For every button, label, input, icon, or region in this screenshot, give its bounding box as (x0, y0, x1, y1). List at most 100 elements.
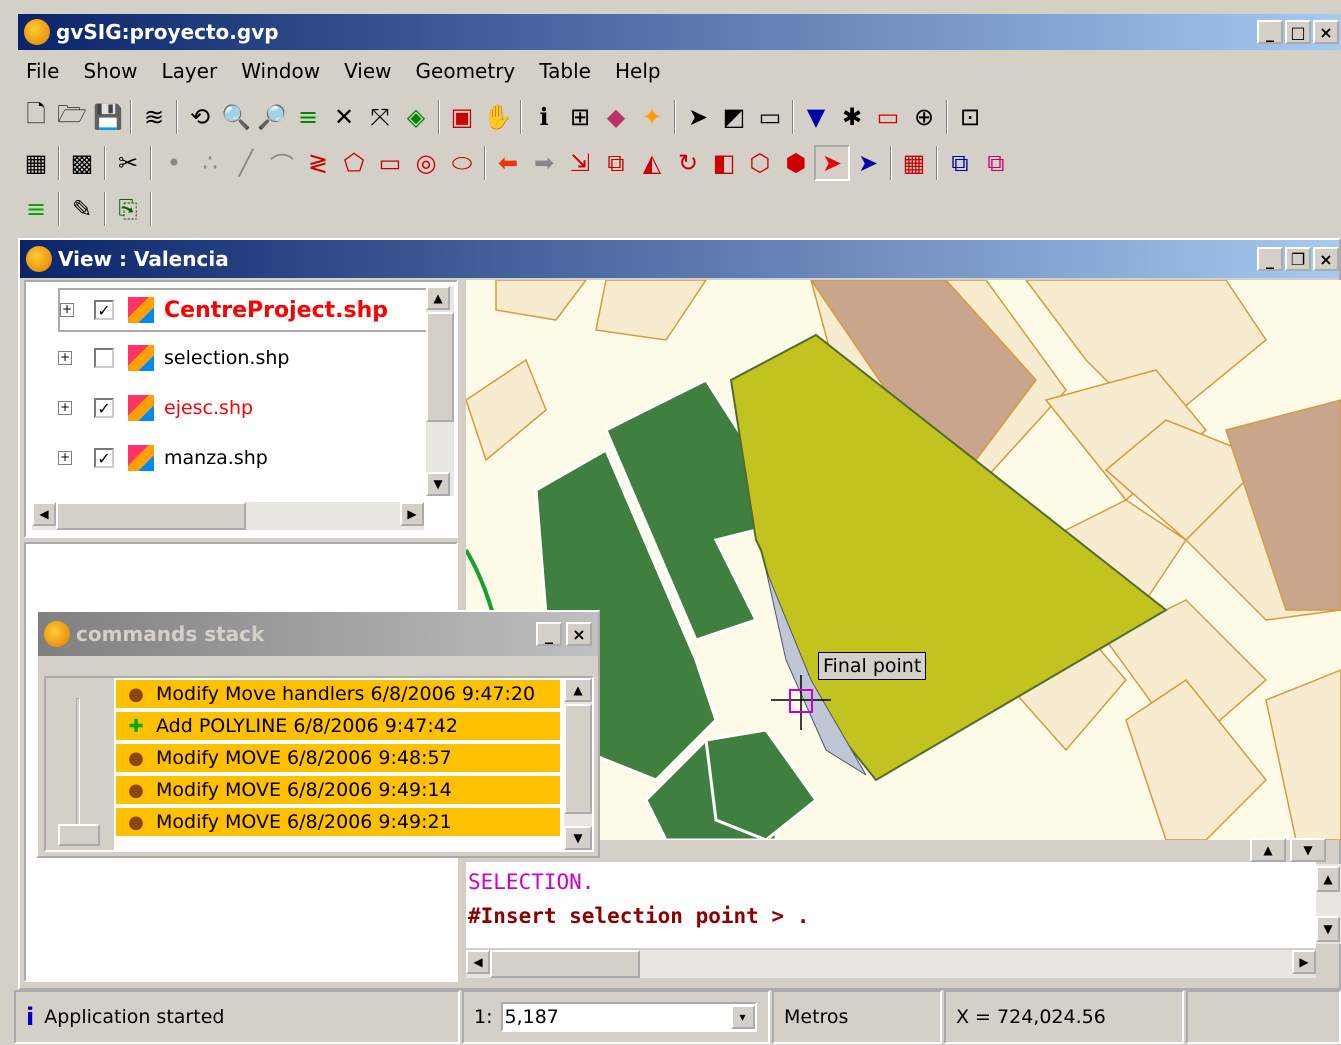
hyperlink-icon[interactable]: ✦ (634, 99, 670, 135)
split-up-button[interactable]: ▲ (1250, 838, 1286, 862)
slider-thumb[interactable] (58, 824, 100, 846)
console-scroll-down[interactable]: ▼ (1316, 916, 1340, 942)
scroll-thumb[interactable] (56, 502, 246, 530)
arc-icon[interactable]: ⌒ (264, 145, 300, 181)
scroll-thumb[interactable] (426, 312, 454, 422)
view-minimize-button[interactable]: _ (1257, 247, 1283, 271)
view-restore-button[interactable]: ❐ (1285, 247, 1311, 271)
circle-icon[interactable]: ◎ (408, 145, 444, 181)
command-item[interactable]: ✚ Add POLYLINE 6/8/2006 9:47:42 (116, 712, 560, 742)
info-icon[interactable]: ℹ (526, 99, 562, 135)
layer-checkbox[interactable]: ✓ (94, 448, 114, 468)
overview-icon[interactable]: ▣ (444, 99, 480, 135)
expand-icon[interactable]: + (60, 303, 74, 317)
zoom-out-icon[interactable]: 🔎 (254, 99, 290, 135)
rotate-icon[interactable]: ↻ (670, 145, 706, 181)
scroll-left-button[interactable]: ◀ (32, 502, 56, 526)
menu-table[interactable]: Table (539, 59, 591, 83)
command-item[interactable]: ● Modify MOVE 6/8/2006 9:49:14 (116, 776, 560, 806)
expand-icon[interactable]: + (58, 351, 72, 365)
locate-icon[interactable]: ⊕ (906, 99, 942, 135)
scroll-thumb[interactable] (564, 704, 592, 814)
layer-item[interactable]: + ✓ manza.shp (58, 436, 268, 480)
new-file-icon[interactable]: 🗋 (18, 99, 54, 135)
area-icon[interactable]: ◆ (598, 99, 634, 135)
select-by-point-icon[interactable]: ◩ (716, 99, 752, 135)
layer-checkbox[interactable]: ✓ (94, 398, 114, 418)
pan-hand-icon[interactable]: ✋ (480, 99, 516, 135)
chevron-down-icon[interactable]: ▾ (730, 1005, 755, 1029)
view-close-button[interactable]: × (1313, 247, 1339, 271)
commands-minimize-button[interactable]: _ (536, 622, 562, 646)
zoom-out-center-icon[interactable]: ⤧ (362, 99, 398, 135)
minimize-button[interactable]: _ (1257, 20, 1283, 44)
menu-layer[interactable]: Layer (161, 59, 217, 83)
add-layer-icon[interactable]: ≋ (136, 99, 172, 135)
filter-icon[interactable]: ▼ (798, 99, 834, 135)
measure-icon[interactable]: ⊞ (562, 99, 598, 135)
polyline-icon[interactable]: ≷ (300, 145, 336, 181)
layers-edit-icon[interactable]: ≡ (18, 191, 54, 227)
grid-icon[interactable]: ▩ (64, 145, 100, 181)
scroll-up-button[interactable]: ▲ (426, 286, 450, 310)
scroll-right-button[interactable]: ▶ (400, 502, 424, 526)
rectangle-icon[interactable]: ▭ (372, 145, 408, 181)
menu-view[interactable]: View (344, 59, 391, 83)
command-item[interactable]: ● Modify Move handlers 6/8/2006 9:47:20 (116, 680, 560, 710)
zoom-select-icon[interactable]: ◈ (398, 99, 434, 135)
command-item[interactable]: ● Modify MOVE 6/8/2006 9:48:57 (116, 744, 560, 774)
zoom-in-center-icon[interactable]: ✕ (326, 99, 362, 135)
symmetry-icon[interactable]: ◭ (634, 145, 670, 181)
console-scroll-up[interactable]: ▲ (1316, 866, 1340, 892)
stretch-icon[interactable]: ⬢ (778, 145, 814, 181)
clear-selection-icon[interactable]: ▭ (870, 99, 906, 135)
scroll-down-button[interactable]: ▼ (564, 826, 592, 850)
edit-vertex-icon[interactable]: ⬡ (742, 145, 778, 181)
copy-feature-icon[interactable]: ⧉ (942, 145, 978, 181)
toc-vscrollbar[interactable]: ▲ ▼ (426, 286, 454, 496)
maximize-button[interactable]: □ (1285, 20, 1311, 44)
open-folder-icon[interactable]: 🗁 (54, 99, 90, 135)
console-scroll-thumb[interactable] (490, 950, 640, 978)
zoom-in-icon[interactable]: 🔍 (218, 99, 254, 135)
point-icon[interactable]: • (156, 145, 192, 181)
paste-feature-icon[interactable]: ⧉ (978, 145, 1014, 181)
layer-item[interactable]: + selection.shp (58, 336, 289, 380)
layout-icon[interactable]: ▦ (18, 145, 54, 181)
commands-close-button[interactable]: × (566, 622, 592, 646)
scroll-down-button[interactable]: ▼ (426, 472, 450, 496)
table-icon[interactable]: ▦ (896, 145, 932, 181)
menu-geometry[interactable]: Geometry (416, 59, 516, 83)
scale-icon[interactable]: ◧ (706, 145, 742, 181)
select-rect-icon[interactable]: ▭ (752, 99, 788, 135)
move-icon[interactable]: ⧉ (598, 145, 634, 181)
commands-vscrollbar[interactable]: ▲ ▼ (564, 678, 592, 850)
line-icon[interactable]: ╱ (228, 145, 264, 181)
save-icon[interactable]: 💾 (90, 99, 126, 135)
menu-help[interactable]: Help (615, 59, 661, 83)
close-button[interactable]: × (1313, 20, 1339, 44)
console-vscrollbar[interactable]: ▲ ▼ (1316, 864, 1341, 944)
select-edit-icon[interactable]: ➤ (814, 145, 850, 181)
layer-item[interactable]: + ✓ ejesc.shp (58, 386, 253, 430)
zoom-layer-icon[interactable]: ≡ (290, 99, 326, 135)
tools-icon[interactable]: ✂ (110, 145, 146, 181)
expand-icon[interactable]: + (58, 401, 72, 415)
console-hscrollbar[interactable]: ◀ ▶ (466, 950, 1316, 978)
console-scroll-right[interactable]: ▶ (1292, 950, 1316, 974)
ellipse-icon[interactable]: ⬭ (444, 145, 480, 181)
layer-checkbox[interactable]: ✓ (94, 300, 114, 320)
split-down-button[interactable]: ▼ (1290, 838, 1326, 862)
scale-combobox[interactable]: 5,187 ▾ (500, 1002, 757, 1032)
copy-icon[interactable]: ⇲ (562, 145, 598, 181)
coordinates-icon[interactable]: ⊡ (952, 99, 988, 135)
multipoint-icon[interactable]: ∴ (192, 145, 228, 181)
properties-icon[interactable]: ✎ (64, 191, 100, 227)
undo-arrow-icon[interactable]: ⬅ (490, 145, 526, 181)
menu-file[interactable]: File (26, 59, 59, 83)
redo-arrow-icon[interactable]: ➡ (526, 145, 562, 181)
layer-item[interactable]: + ✓ CentreProject.shp (58, 288, 444, 332)
command-item[interactable]: ● Modify MOVE 6/8/2006 9:49:21 (116, 808, 560, 838)
toc-hscrollbar[interactable]: ◀ ▶ (32, 502, 424, 530)
menu-show[interactable]: Show (83, 59, 137, 83)
